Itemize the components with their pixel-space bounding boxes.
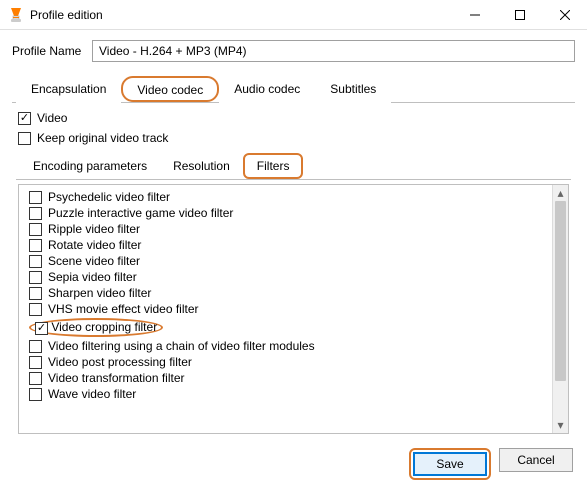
filter-item: Sharpen video filter bbox=[29, 285, 548, 301]
filter-label: Video post processing filter bbox=[48, 355, 192, 369]
filter-label: Rotate video filter bbox=[48, 238, 141, 252]
filter-checkbox[interactable] bbox=[29, 207, 42, 220]
filter-item: Scene video filter bbox=[29, 253, 548, 269]
cancel-button[interactable]: Cancel bbox=[499, 448, 573, 472]
filter-label: Psychedelic video filter bbox=[48, 190, 170, 204]
scroll-down-icon[interactable]: ▾ bbox=[553, 417, 568, 433]
filter-list: Psychedelic video filter Puzzle interacti… bbox=[19, 185, 552, 433]
filter-label: Sepia video filter bbox=[48, 270, 137, 284]
scroll-up-icon[interactable]: ▴ bbox=[553, 185, 568, 201]
filter-item: Sepia video filter bbox=[29, 269, 548, 285]
filter-label: Video cropping filter bbox=[51, 320, 157, 334]
filter-checkbox[interactable] bbox=[35, 322, 48, 335]
filter-item: Psychedelic video filter bbox=[29, 189, 548, 205]
filter-item: Rotate video filter bbox=[29, 237, 548, 253]
highlight-video-codec: Video codec bbox=[121, 76, 219, 102]
maximize-button[interactable] bbox=[497, 0, 542, 30]
tab-audio-codec[interactable]: Audio codec bbox=[219, 77, 315, 103]
profile-name-label: Profile Name bbox=[12, 44, 92, 58]
minimize-button[interactable] bbox=[452, 0, 497, 30]
filter-label: Wave video filter bbox=[48, 387, 136, 401]
filter-checkbox[interactable] bbox=[29, 239, 42, 252]
filter-item: Ripple video filter bbox=[29, 221, 548, 237]
window-title: Profile edition bbox=[30, 8, 452, 22]
profile-name-input[interactable] bbox=[92, 40, 575, 62]
filter-item: Video filtering using a chain of video f… bbox=[29, 338, 548, 354]
video-checkbox[interactable] bbox=[18, 112, 31, 125]
filter-item: Video post processing filter bbox=[29, 354, 548, 370]
filter-item: Wave video filter bbox=[29, 386, 548, 402]
filter-label: Video filtering using a chain of video f… bbox=[48, 339, 315, 353]
filter-label: Puzzle interactive game video filter bbox=[48, 206, 233, 220]
filter-label: Ripple video filter bbox=[48, 222, 140, 236]
filter-checkbox[interactable] bbox=[29, 356, 42, 369]
filter-checkbox[interactable] bbox=[29, 191, 42, 204]
filter-item: Video transformation filter bbox=[29, 370, 548, 386]
filter-item: Video cropping filter bbox=[29, 317, 548, 338]
subtab-resolution[interactable]: Resolution bbox=[160, 154, 243, 180]
filter-checkbox[interactable] bbox=[29, 303, 42, 316]
titlebar: Profile edition bbox=[0, 0, 587, 30]
filter-label: Sharpen video filter bbox=[48, 286, 151, 300]
close-button[interactable] bbox=[542, 0, 587, 30]
tab-subtitles[interactable]: Subtitles bbox=[315, 77, 391, 103]
filter-item: Puzzle interactive game video filter bbox=[29, 205, 548, 221]
filter-checkbox[interactable] bbox=[29, 255, 42, 268]
filter-checkbox[interactable] bbox=[29, 271, 42, 284]
save-button[interactable]: Save bbox=[413, 452, 487, 476]
scroll-thumb[interactable] bbox=[555, 201, 566, 381]
filter-checkbox[interactable] bbox=[29, 340, 42, 353]
app-icon bbox=[8, 7, 24, 23]
highlight-filters-tab: Filters bbox=[243, 153, 304, 179]
keep-original-label: Keep original video track bbox=[37, 131, 168, 145]
filter-label: Video transformation filter bbox=[48, 371, 185, 385]
main-tabs: Encapsulation Video codec Audio codec Su… bbox=[12, 76, 575, 103]
subtab-encoding[interactable]: Encoding parameters bbox=[20, 154, 160, 180]
tab-encapsulation[interactable]: Encapsulation bbox=[16, 77, 121, 103]
filter-item: VHS movie effect video filter bbox=[29, 301, 548, 317]
highlight-save: Save bbox=[409, 448, 491, 480]
video-checkbox-label: Video bbox=[37, 111, 67, 125]
tab-video-codec[interactable]: Video codec bbox=[135, 81, 205, 99]
filter-checkbox[interactable] bbox=[29, 223, 42, 236]
keep-original-checkbox[interactable] bbox=[18, 132, 31, 145]
scrollbar[interactable]: ▴ ▾ bbox=[552, 185, 568, 433]
filter-checkbox[interactable] bbox=[29, 372, 42, 385]
subtab-filters[interactable]: Filters bbox=[247, 157, 300, 175]
filter-list-box: Psychedelic video filter Puzzle interacti… bbox=[18, 184, 569, 434]
sub-tabs: Encoding parameters Resolution Filters bbox=[16, 153, 571, 180]
filter-checkbox[interactable] bbox=[29, 287, 42, 300]
highlight-cropping: Video cropping filter bbox=[29, 318, 163, 337]
filter-label: VHS movie effect video filter bbox=[48, 302, 199, 316]
filter-checkbox[interactable] bbox=[29, 388, 42, 401]
filter-label: Scene video filter bbox=[48, 254, 140, 268]
